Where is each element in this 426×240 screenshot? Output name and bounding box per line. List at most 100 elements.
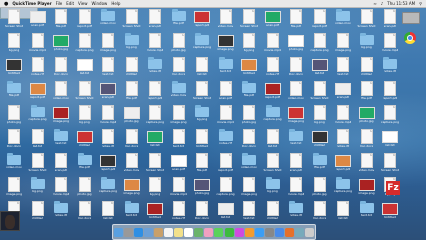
chrome-icon[interactable] [275, 227, 285, 237]
desktop-file-icon[interactable]: notes.rtf [98, 129, 118, 151]
desktop-file-icon[interactable]: photo.jpg [286, 33, 306, 55]
desktop-file-icon[interactable]: report.pdf [28, 81, 48, 103]
desktop-file-icon[interactable]: Screen Shot [75, 81, 95, 103]
chrome-icon[interactable] [404, 32, 416, 44]
desktop-file-icon[interactable]: Untitled [145, 201, 165, 223]
desktop-file-icon[interactable]: video.mov [286, 81, 306, 103]
desktop-file-icon[interactable]: notes.rtf [169, 201, 189, 223]
desktop-file-icon[interactable]: photo.jpg [239, 105, 259, 127]
desktop-file-icon[interactable]: scan.pdf [380, 9, 400, 31]
desktop-file-icon[interactable]: Untitled [192, 129, 212, 151]
maps-icon[interactable] [194, 227, 204, 237]
apple-menu-icon[interactable]: ● [4, 1, 8, 7]
desktop-file-icon[interactable]: scan.pdf [98, 81, 118, 103]
desktop-file-icon[interactable]: photo.jpg [51, 33, 71, 55]
facetime-icon[interactable] [224, 227, 234, 237]
desktop-file-icon[interactable]: Doc.docx [51, 57, 71, 79]
launchpad-icon[interactable] [123, 227, 133, 237]
desktop-file-icon[interactable]: photo.jpg [169, 33, 189, 55]
desktop-file-icon[interactable]: bg.png [75, 105, 95, 127]
desktop-file-icon[interactable]: movie.mp4 [169, 177, 189, 199]
desktop-file-icon[interactable]: movie.mp4 [263, 33, 283, 55]
desktop-file-icon[interactable]: list.txt [380, 129, 400, 151]
desktop-file-icon[interactable]: capture.png [98, 177, 118, 199]
desktop-file-icon[interactable]: notes.rtf [286, 201, 306, 223]
desktop-file-icon[interactable]: scan.pdf [145, 9, 165, 31]
desktop-file-icon[interactable]: text.txt [169, 129, 189, 151]
desktop-file-icon[interactable]: Screen Shot [239, 9, 259, 31]
desktop-file-icon[interactable]: capture.png [380, 105, 400, 127]
desktop-file-icon[interactable]: image.png [4, 177, 24, 199]
desktop-file-icon[interactable]: file.pdf [239, 81, 259, 103]
notes-icon[interactable] [174, 227, 184, 237]
desktop-file-icon[interactable]: Doc.docx [75, 201, 95, 223]
messages-icon[interactable] [214, 227, 224, 237]
desktop-file-icon[interactable]: video.mov [239, 153, 259, 175]
app-store-icon[interactable] [254, 227, 264, 237]
desktop-file-icon[interactable]: file.pdf [122, 81, 142, 103]
reminders-icon[interactable] [184, 227, 194, 237]
desktop-file-icon[interactable]: Screen Shot [4, 9, 24, 31]
desktop-file-icon[interactable]: report.pdf [263, 81, 283, 103]
desktop-file-icon[interactable]: file.pdf [357, 81, 377, 103]
desktop-file-icon[interactable]: list.txt [333, 201, 353, 223]
desktop-file-icon[interactable]: file.pdf [169, 9, 189, 31]
hard-drive-icon[interactable] [402, 12, 420, 24]
desktop-file-icon[interactable]: Untitled [263, 201, 283, 223]
desktop-file-icon[interactable]: file.pdf [75, 153, 95, 175]
desktop-file-icon[interactable]: movie.mp4 [28, 33, 48, 55]
desktop-file-icon[interactable]: notes.rtf [380, 57, 400, 79]
desktop-file-icon[interactable]: capture.png [216, 177, 236, 199]
desktop-file-icon[interactable]: video.mov [169, 81, 189, 103]
desktop-file-icon[interactable]: notes.rtf [216, 129, 236, 151]
desktop-file-icon[interactable]: scan.pdf [51, 153, 71, 175]
desktop-file-icon[interactable]: text.txt [333, 57, 353, 79]
desktop-file-icon[interactable]: photo.jpg [75, 177, 95, 199]
desktop-file-icon[interactable]: bg.png [28, 177, 48, 199]
desktop-file-icon[interactable]: Untitled [357, 57, 377, 79]
menu-view[interactable]: View [78, 1, 88, 6]
desktop-file-icon[interactable]: text.txt [239, 201, 259, 223]
desktop-file-icon[interactable]: image.png [216, 33, 236, 55]
desktop-file-icon[interactable]: list.txt [263, 129, 283, 151]
wifi-icon[interactable]: ≈ [373, 1, 376, 6]
desktop-file-icon[interactable]: notes.rtf [51, 201, 71, 223]
desktop-file-icon[interactable]: file.pdf [286, 9, 306, 31]
desktop-file-icon[interactable]: Untitled [75, 129, 95, 151]
desktop-file-icon[interactable]: image.png [169, 105, 189, 127]
desktop-file-icon[interactable]: scan.pdf [333, 81, 353, 103]
desktop-file-icon[interactable]: Screen Shot [310, 81, 330, 103]
desktop-file-icon[interactable]: Screen Shot [357, 9, 377, 31]
desktop-file-icon[interactable]: photo.jpg [192, 177, 212, 199]
desktop-file-icon[interactable]: scan.pdf [286, 153, 306, 175]
desktop-file-icon[interactable]: notes.rtf [333, 129, 353, 151]
desktop-file-icon[interactable]: capture.png [75, 33, 95, 55]
desktop-file-icon[interactable]: list.txt [28, 129, 48, 151]
desktop-file-icon[interactable]: file.pdf [310, 153, 330, 175]
desktop-file-icon[interactable]: report.pdf [75, 9, 95, 31]
desktop-file-icon[interactable]: video.mov [4, 153, 24, 175]
desktop-file-icon[interactable]: video.mov [357, 153, 377, 175]
desktop-file-icon[interactable]: notes.rtf [263, 57, 283, 79]
desktop-file-icon[interactable]: Untitled [28, 201, 48, 223]
desktop-file-icon[interactable]: list.txt [98, 201, 118, 223]
desktop-file-icon[interactable]: bg.png [122, 33, 142, 55]
desktop-file-icon[interactable]: file.pdf [4, 81, 24, 103]
desktop-file-icon[interactable]: notes.rtf [145, 57, 165, 79]
desktop-file-icon[interactable]: Doc.docx [286, 57, 306, 79]
desktop-file-icon[interactable]: file.pdf [51, 9, 71, 31]
desktop-file-icon[interactable]: report.pdf [333, 153, 353, 175]
desktop-file-icon[interactable]: bg.png [357, 33, 377, 55]
desktop-file-icon[interactable]: capture.png [28, 105, 48, 127]
desktop-file-icon[interactable]: bg.png [263, 177, 283, 199]
desktop-file-icon[interactable]: Untitled [310, 129, 330, 151]
desktop-file-icon[interactable]: image.png [98, 33, 118, 55]
quicktime-icon[interactable] [295, 227, 305, 237]
desktop-file-icon[interactable]: report.pdf [145, 81, 165, 103]
desktop-file-icon[interactable]: text.txt [98, 57, 118, 79]
calendar-icon[interactable] [164, 227, 174, 237]
desktop-file-icon[interactable]: list.txt [192, 57, 212, 79]
desktop-file-icon[interactable]: list.txt [75, 57, 95, 79]
desktop-file-icon[interactable]: image.png [357, 177, 377, 199]
desktop-file-icon[interactable]: scan.pdf [169, 153, 189, 175]
